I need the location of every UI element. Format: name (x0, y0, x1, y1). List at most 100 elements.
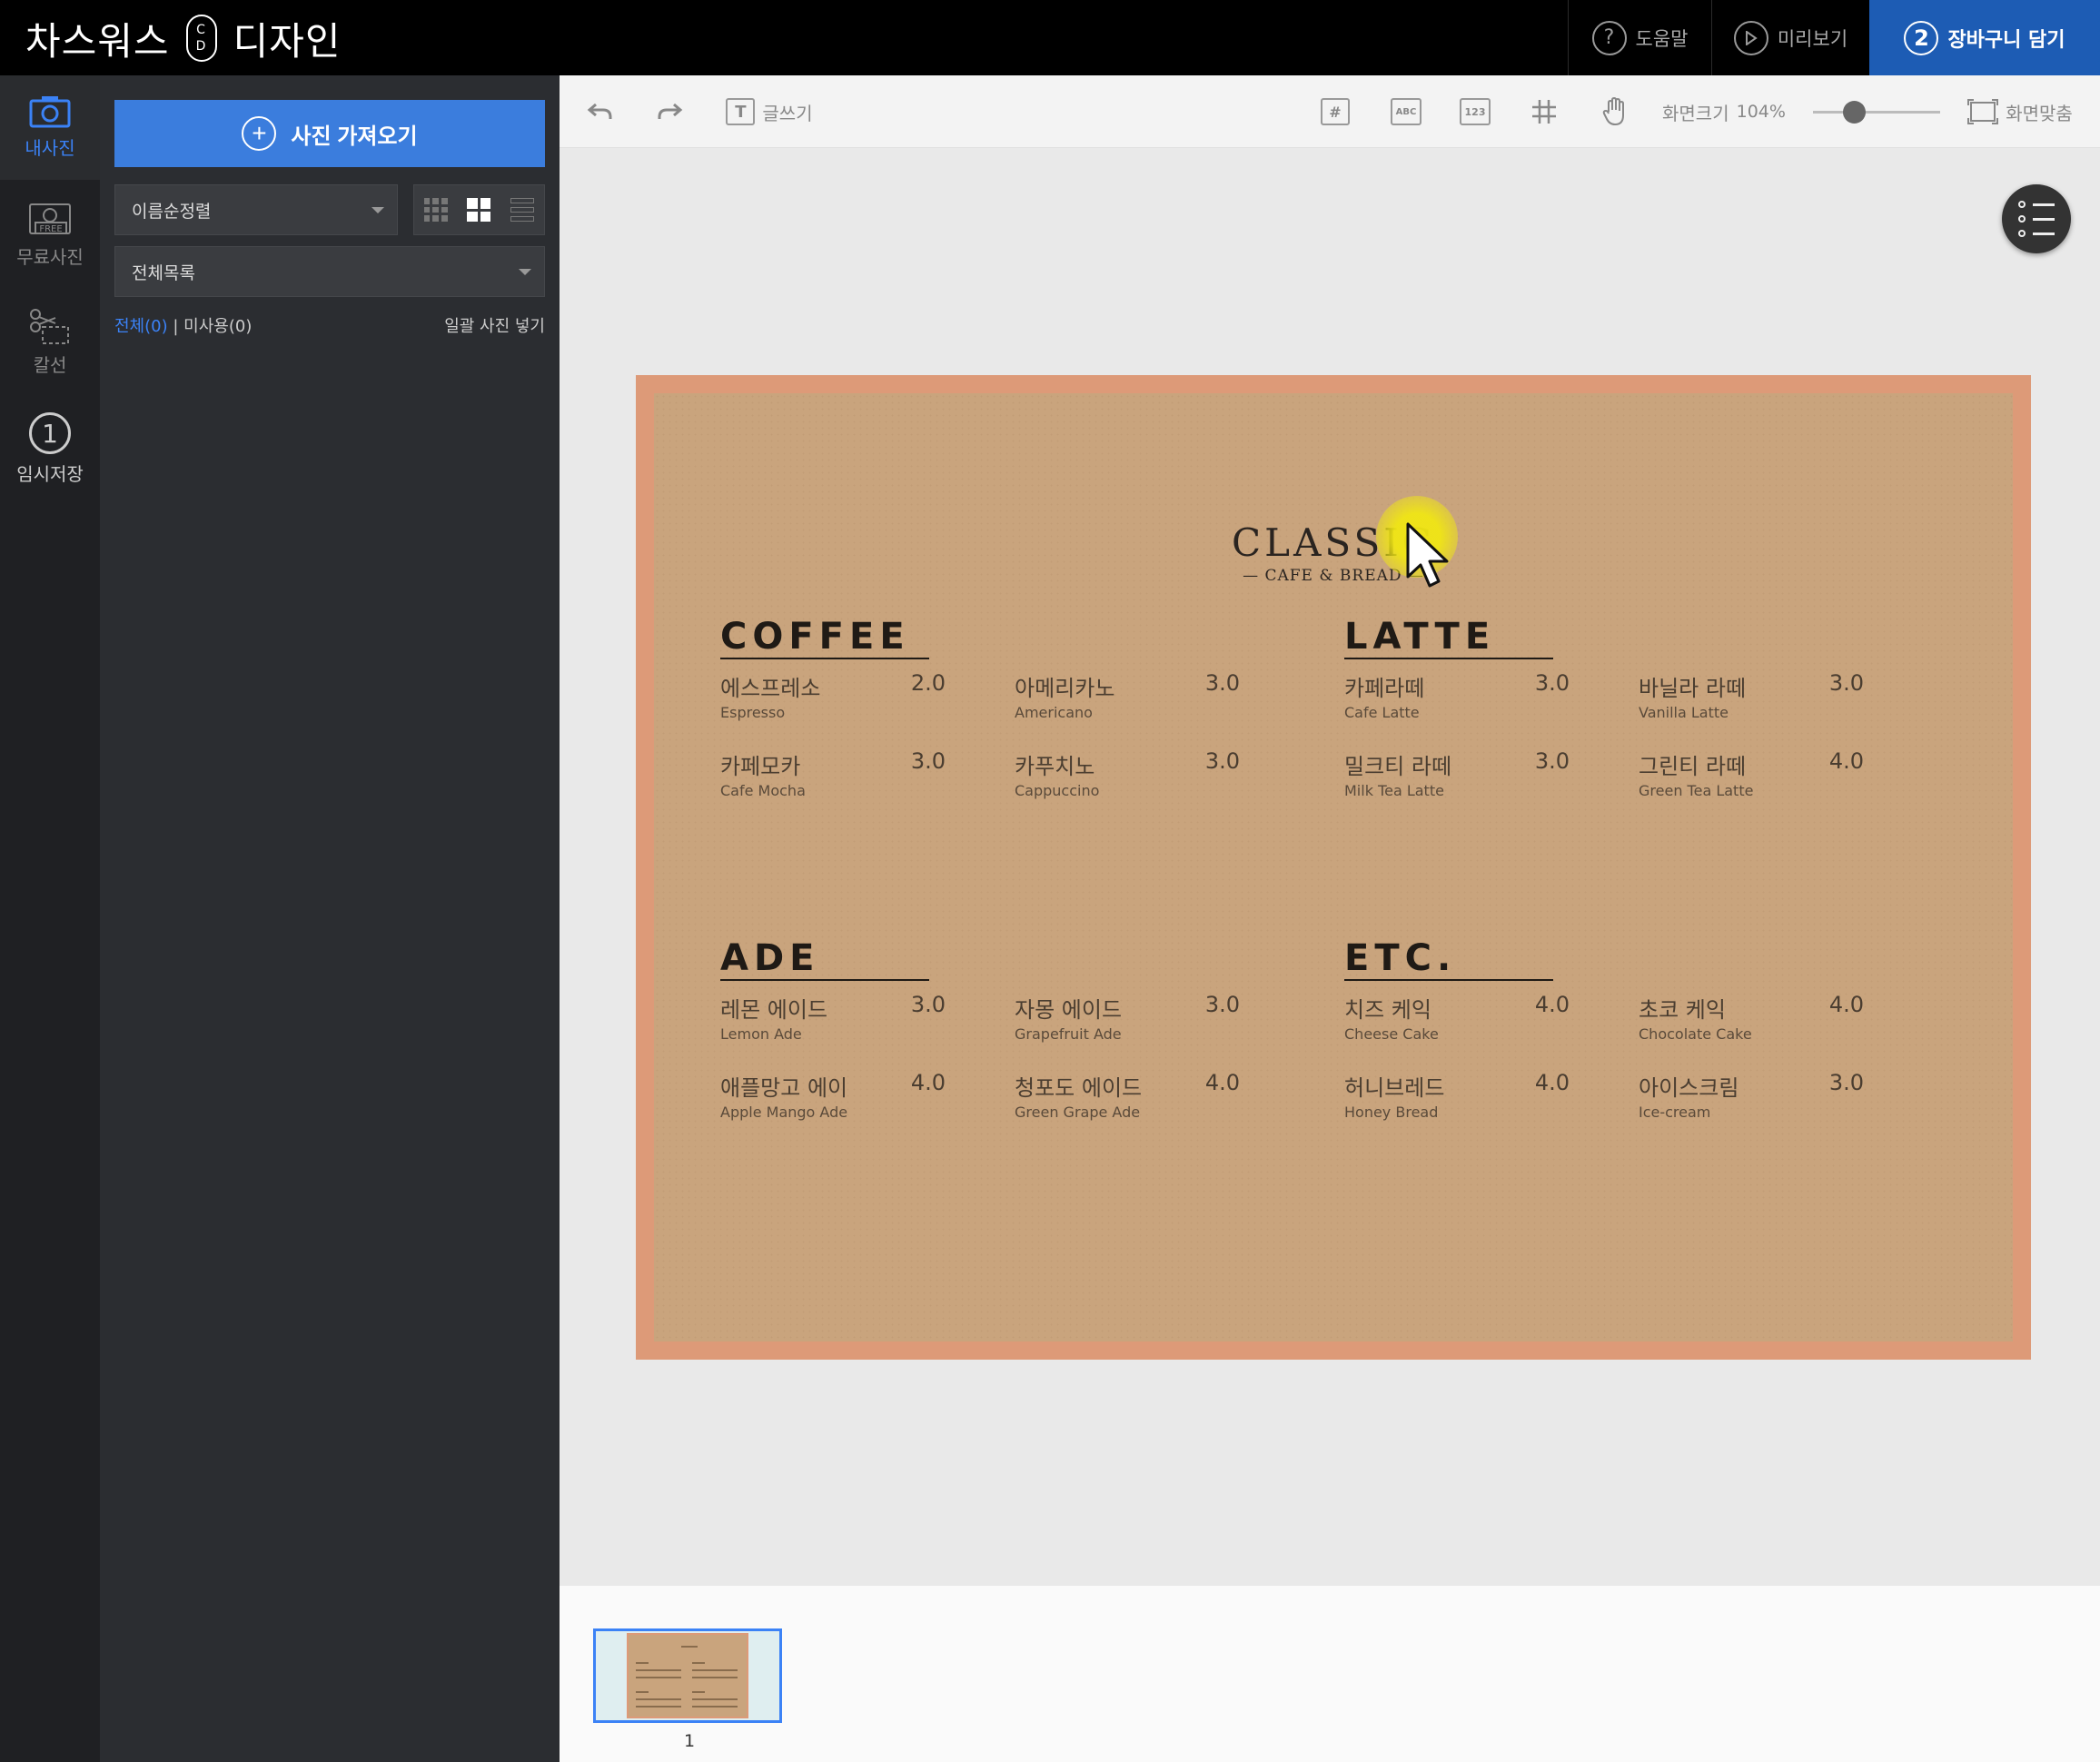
design-canvas[interactable]: CLASSIC — CAFE & BREAD — COFFEE 에스프레소 Es… (560, 148, 2100, 1586)
menu-item[interactable]: 카페라떼 Cafe Latte 3.0 (1344, 670, 1570, 725)
undo-button[interactable] (578, 75, 623, 148)
preview-button[interactable]: 미리보기 (1711, 0, 1869, 75)
hand-tool[interactable] (1590, 75, 1640, 148)
view-mode-toggle (413, 184, 545, 235)
menu-item[interactable]: 레몬 에이드 Lemon Ade 3.0 (720, 992, 946, 1046)
svg-text:FREE: FREE (39, 224, 62, 234)
brand-logo[interactable]: CLASSIC — CAFE & BREAD — (654, 520, 2013, 585)
menu-item[interactable]: 허니브레드 Honey Bread 4.0 (1344, 1070, 1570, 1124)
app-logo[interactable]: 차스워스 C D 디자인 (25, 11, 341, 65)
menu-board-design[interactable]: CLASSIC — CAFE & BREAD — COFFEE 에스프레소 Es… (636, 375, 2031, 1360)
logo-text-left: 차스워스 (25, 18, 170, 64)
fit-screen-button[interactable]: 화면맞춤 (1958, 75, 2082, 148)
menu-item[interactable]: 아메리카노 Americano 3.0 (1015, 670, 1240, 725)
sort-select[interactable]: 이름순정렬 (114, 184, 398, 235)
number-icon: 123 (1460, 98, 1491, 125)
preview-label: 미리보기 (1777, 27, 1848, 50)
page-thumbnail[interactable] (593, 1628, 782, 1723)
hand-icon (1602, 97, 1624, 126)
photo-filter-row: 전체(0) | 미사용(0) 일괄 사진 넣기 (114, 313, 545, 337)
menu-item[interactable]: 카페모카 Cafe Mocha 3.0 (720, 748, 946, 803)
brand-subtitle: — CAFE & BREAD — (1243, 567, 1424, 585)
rail-item-cutline[interactable]: 칼선 (0, 290, 100, 394)
filter-unused-link[interactable]: 미사용(0) (183, 317, 252, 336)
page-thumbnail-strip: 1 (560, 1586, 2100, 1762)
sort-select-value: 이름순정렬 (132, 201, 212, 222)
rail-label-my-photos: 내사진 (25, 137, 75, 159)
rail-item-free-photos[interactable]: FREE 무료사진 (0, 183, 100, 287)
logo-text-right: 디자인 (233, 18, 342, 64)
text-tool-icon: T (726, 98, 756, 125)
menu-item[interactable]: 초코 케익 Chocolate Cake 4.0 (1639, 992, 1864, 1046)
menu-section-coffee[interactable]: COFFEE 에스프레소 Espresso 2.0 아메리카노 American… (720, 616, 1283, 799)
help-button[interactable]: ? 도움말 (1568, 0, 1711, 75)
zoom-slider-handle[interactable] (1843, 101, 1866, 124)
import-photos-button[interactable]: + 사진 가져오기 (114, 100, 545, 167)
menu-board-background: CLASSIC — CAFE & BREAD — COFFEE 에스프레소 Es… (654, 393, 2013, 1341)
add-to-cart-button[interactable]: 2 장바구니 담기 (1869, 0, 2100, 75)
top-bar: 차스워스 C D 디자인 ? 도움말 미리보기 2 장바구니 담기 (0, 0, 2100, 75)
grid-icon[interactable] (467, 198, 491, 222)
hash-box-icon: # (1321, 98, 1350, 125)
menu-item[interactable]: 자몽 에이드 Grapefruit Ade 3.0 (1015, 992, 1240, 1046)
menu-item[interactable]: 바닐라 라떼 Vanilla Latte 3.0 (1639, 670, 1864, 725)
number-tool[interactable]: 123 (1450, 75, 1501, 148)
layer-menu-button[interactable] (2002, 184, 2071, 253)
page-number-tool[interactable]: # (1312, 75, 1359, 148)
write-text-button[interactable]: T 글쓰기 (719, 75, 819, 148)
plus-icon: + (242, 116, 277, 151)
mouse-pointer-icon (1406, 522, 1449, 588)
rail-label-free-photos: 무료사진 (16, 246, 84, 268)
rail-item-temp-save[interactable]: 1 임시저장 (0, 397, 100, 501)
menu-item[interactable]: 청포도 에이드 Green Grape Ade 4.0 (1015, 1070, 1240, 1124)
question-icon: ? (1591, 20, 1627, 55)
category-select-value: 전체목록 (132, 262, 195, 283)
menu-section-ade[interactable]: ADE 레몬 에이드 Lemon Ade 3.0 자몽 에이드 Grapefru… (720, 937, 1283, 1121)
text-box-tool[interactable]: ABC (1381, 75, 1431, 148)
grid-toggle[interactable] (1519, 75, 1570, 148)
menu-item[interactable]: 카푸치노 Cappuccino 3.0 (1015, 748, 1240, 803)
redo-icon (658, 103, 683, 119)
editor-toolbar: T 글쓰기 # ABC 123 화면크기 104% 화면맞춤 (560, 75, 2100, 148)
undo-icon (587, 103, 612, 119)
zoom-label-group: 화면크기 104% (1662, 75, 1808, 148)
rail-item-my-photos[interactable]: 내사진 (0, 75, 100, 180)
rail-label-cutline: 칼선 (33, 354, 67, 376)
menu-item[interactable]: 에스프레소 Espresso 2.0 (720, 670, 946, 725)
section-title: ETC. (1344, 937, 1907, 981)
menu-item[interactable]: 그린티 라떼 Green Tea Latte 4.0 (1639, 748, 1864, 803)
brand-title: CLASSIC (1232, 520, 1435, 565)
menu-item[interactable]: 밀크티 라떼 Milk Tea Latte 3.0 (1344, 748, 1570, 803)
cart-label: 장바구니 담기 (1947, 28, 2065, 52)
section-title: COFFEE (720, 616, 1283, 659)
zoom-value: 104% (1736, 102, 1786, 122)
rail-label-temp-save: 임시저장 (16, 463, 84, 485)
menu-section-latte[interactable]: LATTE 카페라떼 Cafe Latte 3.0 바닐라 라떼 Vanilla… (1344, 616, 1907, 799)
help-label: 도움말 (1635, 27, 1689, 50)
chevron-down-icon (371, 207, 384, 213)
section-title: LATTE (1344, 616, 1907, 659)
scissors-icon (30, 309, 69, 344)
menu-item[interactable]: 애플망고 에이 Apple Mango Ade 4.0 (720, 1070, 946, 1124)
filter-all-link[interactable]: 전체(0) (114, 317, 168, 336)
menu-section-etc[interactable]: ETC. 치즈 케익 Cheese Cake 4.0 초코 케익 Chocola… (1344, 937, 1907, 1121)
fit-screen-icon (1967, 99, 1999, 124)
page-number: 1 (684, 1731, 696, 1751)
import-photos-label: 사진 가져오기 (291, 124, 418, 149)
zoom-slider[interactable] (1813, 101, 1940, 124)
camera-icon (29, 96, 71, 128)
list-icon[interactable] (510, 198, 535, 222)
step-number-icon: 2 (1904, 20, 1939, 55)
menu-item[interactable]: 치즈 케익 Cheese Cake 4.0 (1344, 992, 1570, 1046)
write-text-label: 글쓰기 (762, 102, 813, 124)
left-rail: 내사진 FREE 무료사진 칼선 1 임시저장 (0, 75, 100, 1762)
circle-one-icon: 1 (29, 412, 71, 454)
play-icon (1733, 20, 1768, 55)
abc-icon: ABC (1391, 98, 1421, 125)
category-select[interactable]: 전체목록 (114, 246, 545, 297)
redo-button[interactable] (647, 75, 692, 148)
bulk-insert-link[interactable]: 일괄 사진 넣기 (444, 313, 545, 337)
menu-item[interactable]: 아이스크림 Ice-cream 3.0 (1639, 1070, 1864, 1124)
small-grid-icon[interactable] (423, 198, 448, 222)
thumbnail-preview (627, 1633, 748, 1718)
